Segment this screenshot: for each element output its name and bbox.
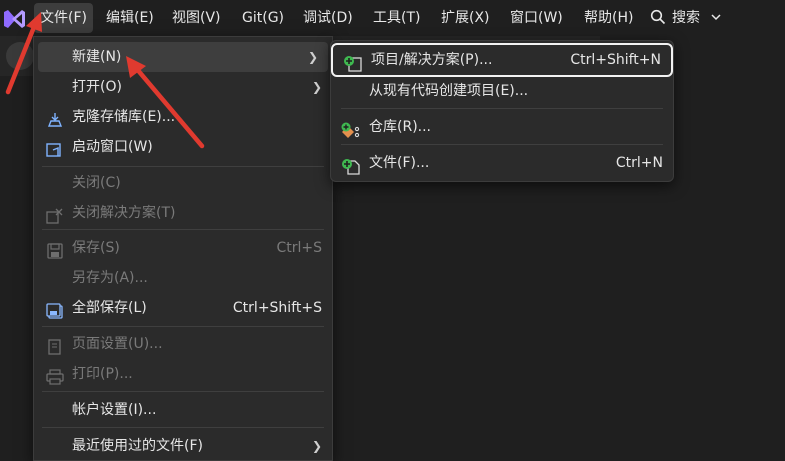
submenu-item-new-project[interactable]: 项目/解决方案(P)... Ctrl+Shift+N: [331, 43, 673, 77]
save-all-icon: [46, 300, 64, 319]
new-submenu: 项目/解决方案(P)... Ctrl+Shift+N 从现有代码创建项目(E).…: [330, 40, 674, 182]
submenu-item-label: 仓库(R)...: [369, 119, 432, 135]
menu-item-open[interactable]: 打开(O) ❯: [34, 72, 332, 102]
menu-item-save-as[interactable]: 另存为(A)...: [34, 263, 332, 293]
menu-item-page-setup[interactable]: 页面设置(U)...: [34, 329, 332, 359]
menu-item-label: 最近使用过的文件(F): [72, 438, 203, 454]
menu-bar: 文件(F) 编辑(E) 视图(V) Git(G) 调试(D) 工具(T) 扩展(…: [0, 0, 785, 36]
menu-debug[interactable]: 调试(D): [297, 3, 359, 33]
submenu-item-new-file[interactable]: 文件(F)... Ctrl+N: [331, 147, 673, 179]
menu-item-print[interactable]: 打印(P)...: [34, 359, 332, 389]
menu-item-label: 保存(S): [72, 240, 120, 256]
menu-window[interactable]: 窗口(W): [504, 3, 569, 33]
menu-item-label: 页面设置(U)...: [72, 336, 163, 352]
submenu-item-shortcut: Ctrl+Shift+N: [570, 52, 661, 68]
menu-item-label: 打印(P)...: [72, 366, 133, 382]
menu-item-account-settings[interactable]: 帐户设置(I)...: [34, 395, 332, 425]
close-solution-icon: [46, 205, 64, 224]
menu-extensions[interactable]: 扩展(X): [435, 3, 496, 33]
submenu-item-label: 从现有代码创建项目(E)...: [369, 83, 529, 99]
chevron-right-icon: ❯: [307, 50, 318, 64]
start-window-icon: [46, 139, 64, 157]
page-setup-icon: [46, 336, 64, 355]
menu-tools[interactable]: 工具(T): [367, 3, 426, 33]
menu-item-new[interactable]: 新建(N) ❯: [38, 42, 328, 72]
menu-item-shortcut: Ctrl+S: [276, 240, 322, 256]
submenu-item-label: 项目/解决方案(P)...: [371, 52, 493, 68]
menu-edit[interactable]: 编辑(E): [100, 3, 160, 33]
menu-item-label: 全部保存(L): [72, 300, 147, 316]
chevron-right-icon: ❯: [311, 439, 322, 453]
menu-help[interactable]: 帮助(H): [578, 3, 639, 33]
menu-file[interactable]: 文件(F): [34, 3, 93, 33]
menu-item-close-solution[interactable]: 关闭解决方案(T): [34, 198, 332, 228]
file-menu-dropdown: 新建(N) ❯ 打开(O) ❯ 克隆存储库(E)... 启动窗口(W) 关闭(C…: [33, 36, 333, 461]
new-project-icon: [343, 53, 363, 72]
menu-separator: [42, 326, 324, 327]
chevron-down-icon: [711, 14, 721, 21]
menu-item-recent-files[interactable]: 最近使用过的文件(F) ❯: [34, 431, 332, 461]
search-label: 搜索: [672, 10, 700, 26]
submenu-item-shortcut: Ctrl+N: [615, 155, 663, 171]
menu-item-label: 新建(N): [72, 49, 122, 65]
repository-icon: [341, 119, 361, 138]
clone-repo-icon: [46, 109, 64, 127]
new-file-icon: [341, 155, 361, 175]
toolbar-button[interactable]: [6, 42, 34, 70]
search-button[interactable]: 搜索: [650, 3, 728, 33]
menu-separator: [341, 108, 663, 109]
menu-git[interactable]: Git(G): [236, 3, 290, 33]
submenu-item-label: 文件(F)...: [369, 155, 430, 171]
menu-item-shortcut: Ctrl+Shift+S: [232, 300, 322, 316]
chevron-right-icon: ❯: [311, 80, 322, 94]
visual-studio-logo-icon[interactable]: [2, 8, 26, 30]
menu-view[interactable]: 视图(V): [166, 3, 227, 33]
menu-item-label: 启动窗口(W): [72, 139, 153, 155]
submenu-item-repository[interactable]: 仓库(R)...: [331, 111, 673, 143]
menu-item-label: 关闭(C): [72, 175, 121, 191]
menu-separator: [42, 229, 324, 230]
save-icon: [46, 240, 64, 259]
menu-separator: [42, 166, 324, 167]
menu-item-save[interactable]: 保存(S) Ctrl+S: [34, 233, 332, 263]
menu-separator: [42, 427, 324, 428]
menu-item-close[interactable]: 关闭(C): [34, 168, 332, 198]
menu-item-save-all[interactable]: 全部保存(L) Ctrl+Shift+S: [34, 293, 332, 323]
menu-item-clone-repo[interactable]: 克隆存储库(E)...: [34, 102, 332, 132]
menu-item-label: 帐户设置(I)...: [72, 402, 157, 418]
menu-item-label: 打开(O): [72, 79, 122, 95]
menu-item-start-window[interactable]: 启动窗口(W): [34, 132, 332, 162]
menu-separator: [42, 391, 324, 392]
menu-separator: [341, 144, 663, 145]
search-icon: [650, 9, 666, 25]
print-icon: [46, 366, 64, 385]
menu-item-label: 克隆存储库(E)...: [72, 109, 176, 125]
submenu-item-project-from-existing-code[interactable]: 从现有代码创建项目(E)...: [331, 75, 673, 107]
menu-item-label: 另存为(A)...: [72, 270, 148, 286]
menu-item-label: 关闭解决方案(T): [72, 205, 176, 221]
